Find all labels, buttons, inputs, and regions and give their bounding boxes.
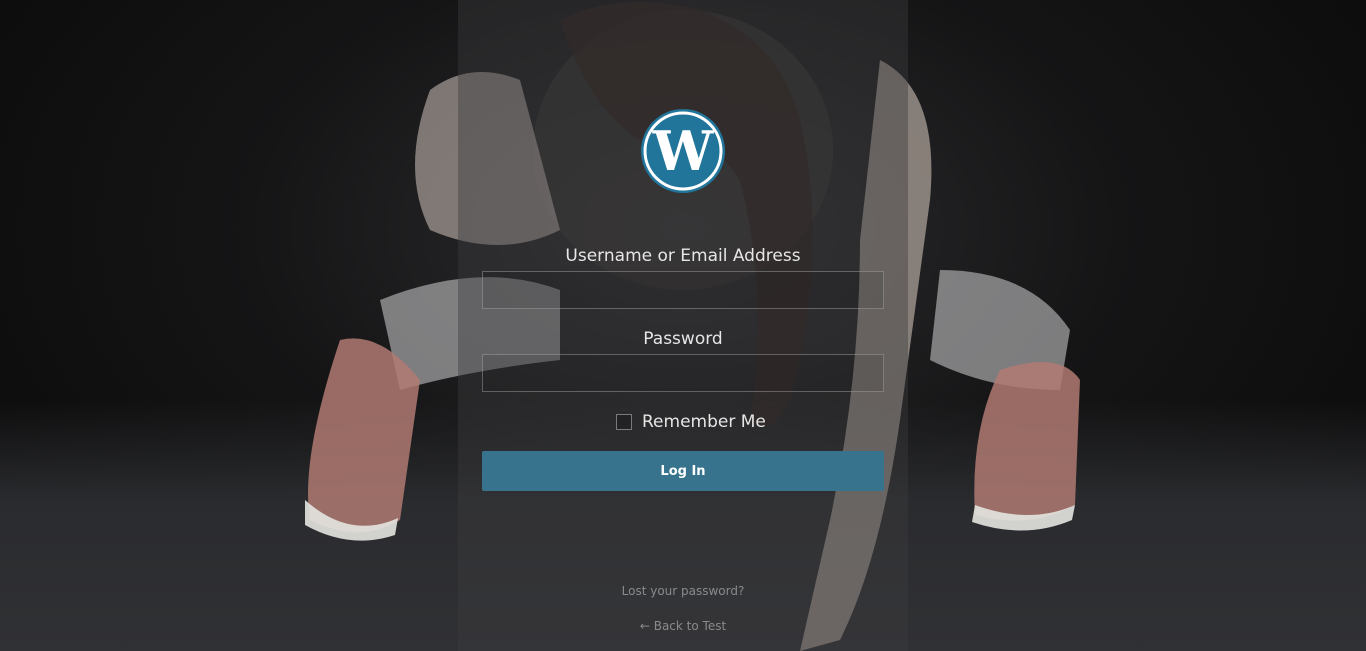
login-button[interactable]: Log In: [482, 451, 884, 491]
wordpress-logo-icon[interactable]: W: [640, 108, 726, 194]
remember-me-label: Remember Me: [642, 412, 766, 432]
svg-text:W: W: [652, 119, 715, 183]
back-to-site-link[interactable]: ← Back to Test: [458, 619, 908, 633]
password-input[interactable]: [482, 354, 884, 392]
login-panel: [458, 0, 908, 651]
password-label: Password: [643, 329, 723, 349]
lost-password-link[interactable]: Lost your password?: [458, 584, 908, 598]
username-label: Username or Email Address: [565, 246, 801, 266]
remember-me-row[interactable]: Remember Me: [616, 412, 766, 432]
username-input[interactable]: [482, 271, 884, 309]
remember-me-checkbox[interactable]: [616, 414, 632, 430]
